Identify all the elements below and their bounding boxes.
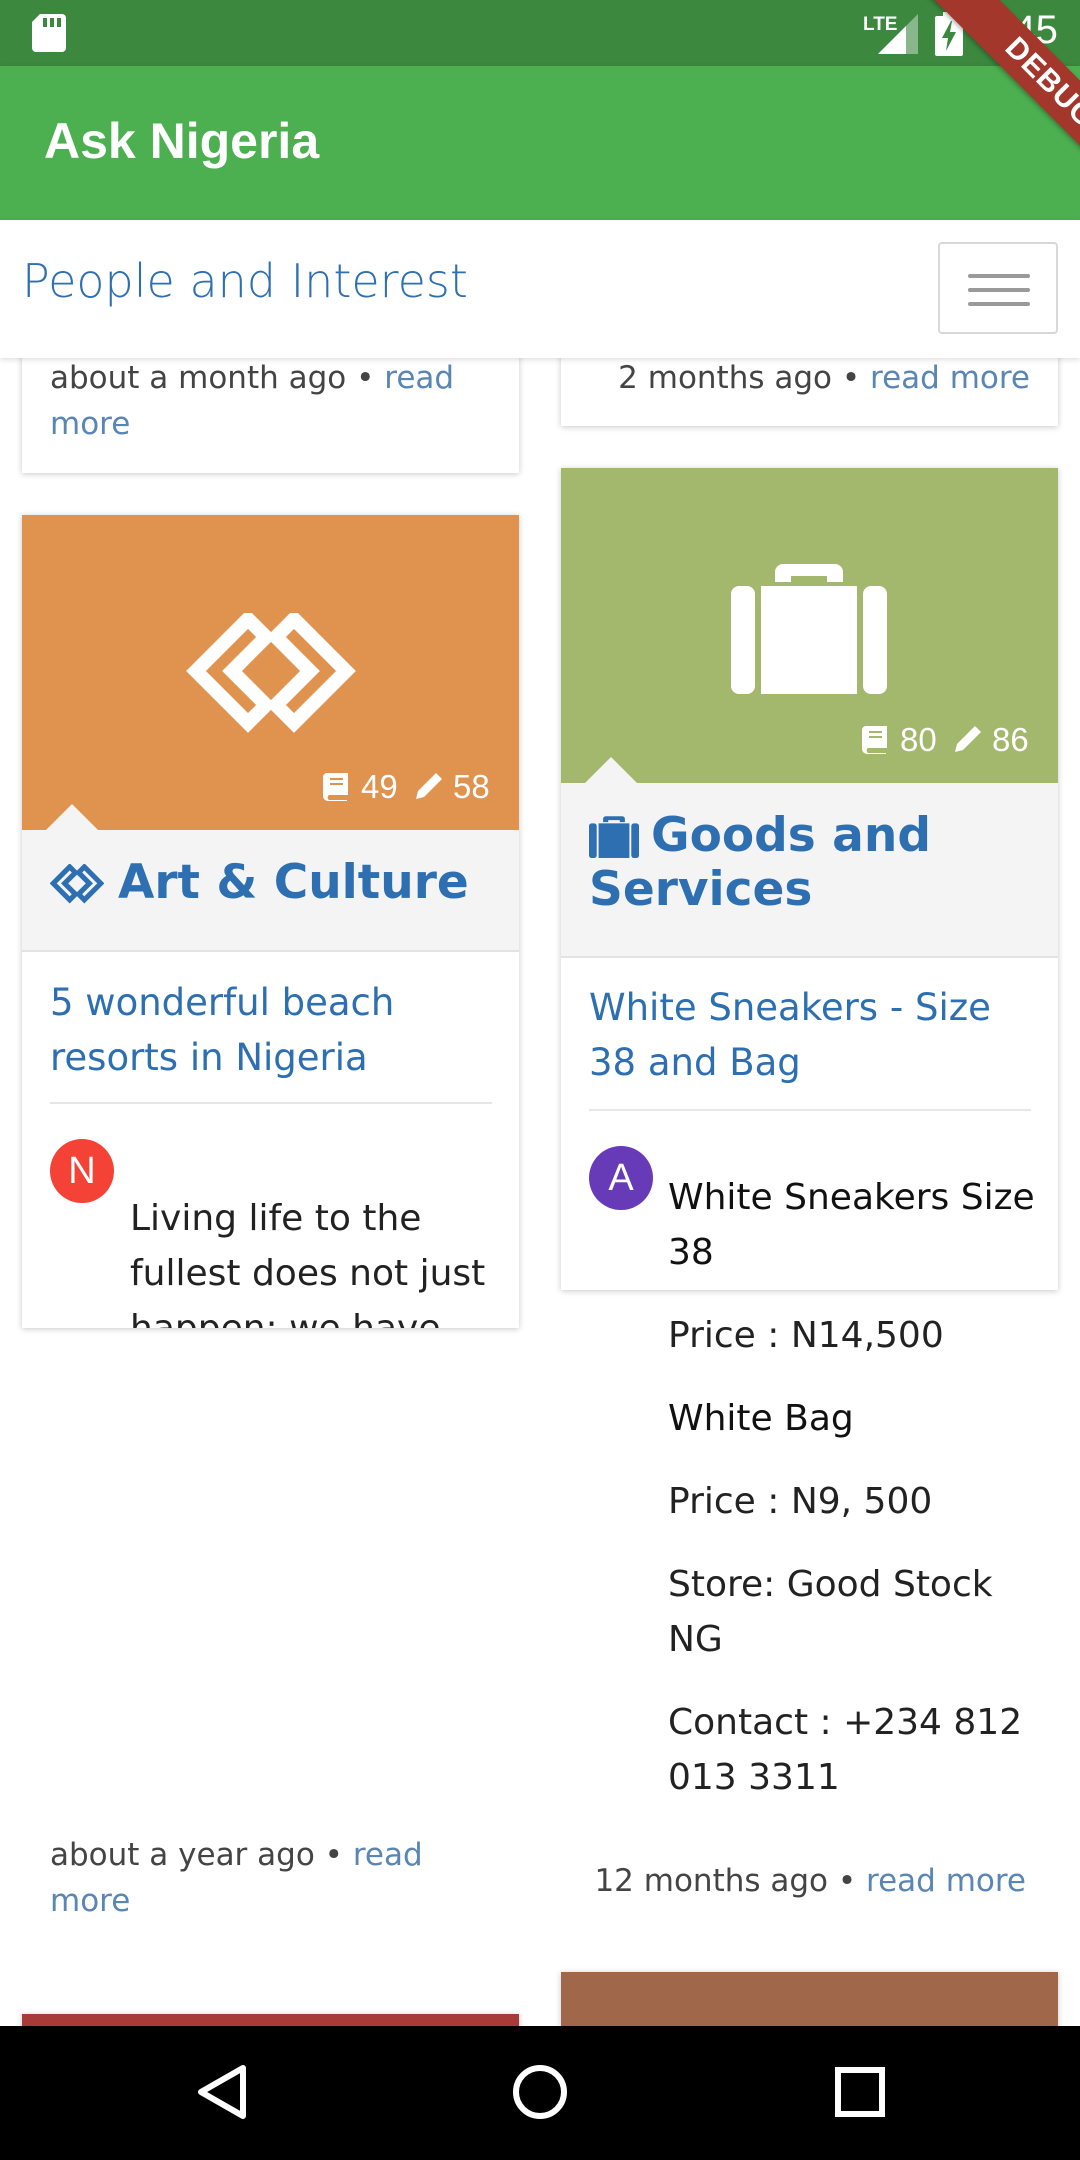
card-partial-top-left: about a month ago • read more xyxy=(22,358,519,473)
post-excerpt: White Sneakers Size 38 Price : N14,500 W… xyxy=(668,1170,1048,1805)
art-culture-icon xyxy=(186,613,356,733)
card-partial-top-right: 2 months ago • read more xyxy=(561,358,1058,426)
read-more-link[interactable]: read more xyxy=(866,1863,1026,1899)
briefcase-icon xyxy=(731,564,887,694)
book-icon xyxy=(862,726,887,754)
store-info: Store: Good Stock NG xyxy=(668,1564,993,1660)
answer-count: 86 xyxy=(992,721,1029,758)
contact-info: Contact : +234 812 013 3311 xyxy=(668,1702,1023,1798)
site-navbar: People and Interest xyxy=(0,220,1080,358)
category-title[interactable]: Goods and Services xyxy=(589,809,1029,917)
card-meta: about a month ago • read more xyxy=(50,360,455,442)
book-icon xyxy=(323,773,348,801)
signal-icon xyxy=(878,14,918,54)
category-card-goods-services[interactable]: 80 86 Goods and Services White Sneakers … xyxy=(561,468,1058,1290)
question-count: 80 xyxy=(900,721,937,758)
item-price: Price : N14,500 xyxy=(668,1315,944,1356)
card-meta: 12 months ago • read more xyxy=(594,1863,1026,1899)
status-bar: LTE 9:45 xyxy=(0,0,1080,66)
divider xyxy=(50,1102,492,1104)
category-hero: 80 86 xyxy=(561,468,1058,783)
post-title-link[interactable]: 5 wonderful beach resorts in Nigeria xyxy=(50,975,470,1085)
category-hero: 49 58 xyxy=(22,515,519,830)
sd-card-icon xyxy=(32,14,66,52)
answer-count: 58 xyxy=(453,768,490,805)
post-title-link[interactable]: White Sneakers - Size 38 and Bag xyxy=(589,980,1029,1090)
card-meta: 2 months ago • read more xyxy=(618,360,1030,396)
pencil-icon xyxy=(955,726,981,752)
read-more-link[interactable]: read more xyxy=(870,360,1030,396)
post-excerpt: Living life to the fullest does not just… xyxy=(130,1198,486,1328)
item-price: Price : N9, 500 xyxy=(668,1481,933,1522)
question-count: 49 xyxy=(361,768,398,805)
category-header: Art & Culture xyxy=(22,830,519,952)
item-name: White Sneakers Size 38 xyxy=(668,1177,1035,1273)
menu-icon xyxy=(968,274,1030,278)
app-title: Ask Nigeria xyxy=(44,113,320,169)
item-name: White Bag xyxy=(668,1398,854,1439)
app-bar: Ask Nigeria xyxy=(0,66,1080,220)
avatar: A xyxy=(589,1146,653,1210)
back-icon[interactable] xyxy=(195,2064,249,2120)
divider xyxy=(589,1109,1031,1111)
category-header: Goods and Services xyxy=(561,783,1058,958)
card-meta: about a year ago • read more xyxy=(50,1837,423,1919)
navbar-brand[interactable]: People and Interest xyxy=(22,254,468,308)
pencil-icon xyxy=(416,773,442,799)
system-navigation-bar xyxy=(0,2026,1080,2160)
avatar: N xyxy=(50,1139,114,1203)
category-card-peek-right[interactable] xyxy=(561,1972,1058,2026)
recents-icon[interactable] xyxy=(835,2067,885,2117)
card-feed[interactable]: about a month ago • read more 2 months a… xyxy=(0,358,1080,2026)
home-icon[interactable] xyxy=(512,2064,568,2120)
category-card-peek-left[interactable] xyxy=(22,2014,519,2026)
category-title[interactable]: Art & Culture xyxy=(118,856,469,910)
art-culture-icon xyxy=(50,864,104,904)
menu-toggle-button[interactable] xyxy=(938,242,1058,334)
category-card-art-culture[interactable]: 49 58 Art & Culture 5 wonderful beach re… xyxy=(22,515,519,1328)
